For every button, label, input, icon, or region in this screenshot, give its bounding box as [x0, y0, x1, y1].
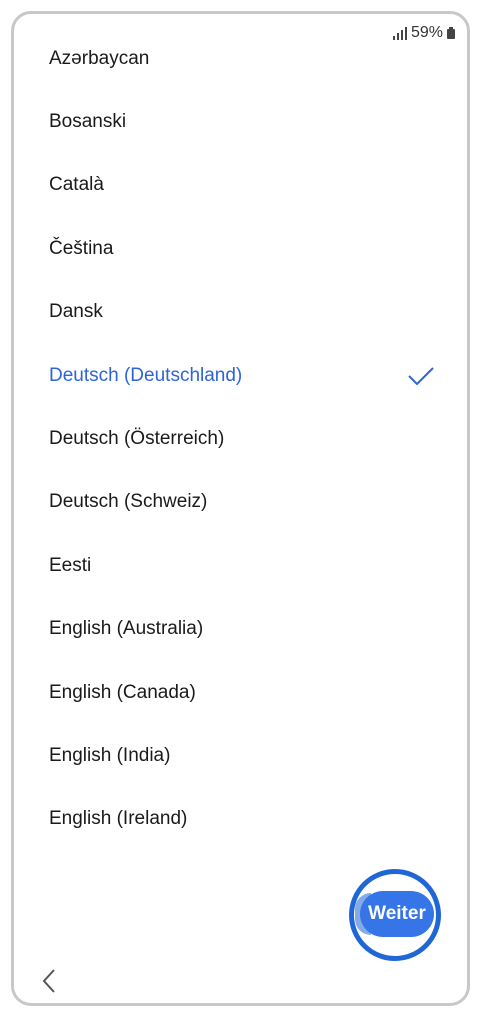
next-button-highlight: Weiter [349, 869, 441, 961]
phone-screen: 59% Azərbaycan Bosanski Català Čeština D… [11, 11, 470, 1006]
language-label: English (Canada) [49, 681, 196, 703]
language-item-deutsch-schweiz[interactable]: Deutsch (Schweiz) [14, 471, 467, 534]
language-item-cestina[interactable]: Čeština [14, 217, 467, 280]
language-label: English (Australia) [49, 618, 204, 640]
language-item-english-canada[interactable]: English (Canada) [14, 661, 467, 724]
language-label: English (India) [49, 744, 171, 766]
check-icon [408, 366, 434, 385]
language-label: Čeština [49, 237, 114, 259]
language-label: Deutsch (Deutschland) [49, 364, 243, 386]
language-label: English (Ireland) [49, 808, 188, 830]
language-list: Azərbaycan Bosanski Català Čeština Dansk… [14, 27, 467, 851]
language-label: Azərbaycan [49, 47, 150, 69]
language-label: Deutsch (Österreich) [49, 428, 225, 450]
language-label: Eesti [49, 554, 92, 576]
language-item-catala[interactable]: Català [14, 154, 467, 217]
language-item-dansk[interactable]: Dansk [14, 281, 467, 344]
language-label: Deutsch (Schweiz) [49, 491, 208, 513]
language-item-english-australia[interactable]: English (Australia) [14, 598, 467, 661]
language-item-deutsch-osterreich[interactable]: Deutsch (Österreich) [14, 407, 467, 470]
language-label: Català [49, 174, 104, 196]
language-item-deutsch-deutschland[interactable]: Deutsch (Deutschland) [14, 344, 467, 407]
back-chevron-icon[interactable] [38, 966, 62, 996]
language-item-eesti[interactable]: Eesti [14, 534, 467, 597]
language-item-english-india[interactable]: English (India) [14, 724, 467, 787]
next-button[interactable]: Weiter [360, 891, 434, 937]
language-item-azerbaycan[interactable]: Azərbaycan [14, 27, 467, 90]
language-label: Bosanski [49, 111, 127, 133]
language-item-bosanski[interactable]: Bosanski [14, 90, 467, 153]
language-label: Dansk [49, 301, 103, 323]
language-item-english-ireland[interactable]: English (Ireland) [14, 788, 467, 851]
